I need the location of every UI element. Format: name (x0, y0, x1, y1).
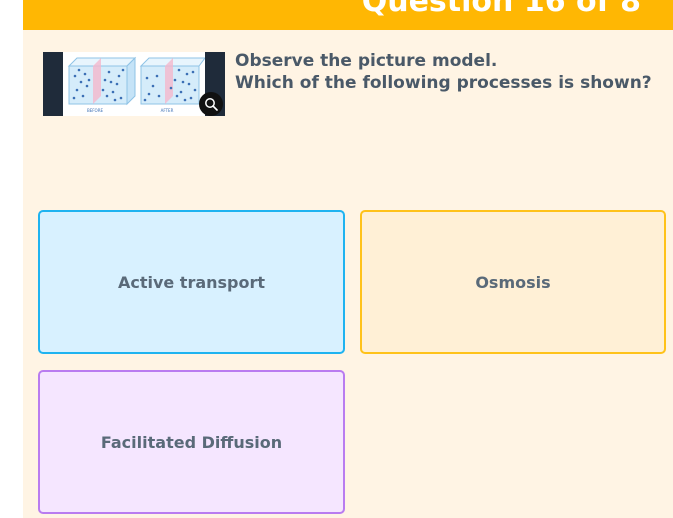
question-line-2: Which of the following processes is show… (235, 73, 652, 93)
question-counter: Question 16 of 8 (361, 0, 641, 19)
after-label: AFTER (161, 108, 174, 113)
before-label: BEFORE (87, 108, 104, 113)
magnifier-icon[interactable] (199, 92, 223, 116)
answer-option-osmosis[interactable]: Osmosis (360, 210, 666, 354)
answer-option-facilitated-diffusion[interactable]: Facilitated Diffusion (38, 370, 345, 514)
header-banner: Question 16 of 8 (23, 0, 673, 30)
answer-label: Active transport (117, 272, 266, 292)
question-line-1: Observe the picture model. (235, 51, 498, 71)
question-text: Observe the picture model. Which of the … (235, 50, 652, 94)
answer-label: Osmosis (475, 272, 551, 292)
question-image[interactable]: BEFORE AFTER (43, 52, 225, 116)
answer-option-active-transport[interactable]: Active transport (38, 210, 345, 354)
diffusion-diagram: BEFORE AFTER (63, 52, 206, 116)
answer-label: Facilitated Diffusion (100, 432, 283, 452)
quiz-card: Question 16 of 8 BEFORE AFTER Observe th… (23, 0, 673, 518)
